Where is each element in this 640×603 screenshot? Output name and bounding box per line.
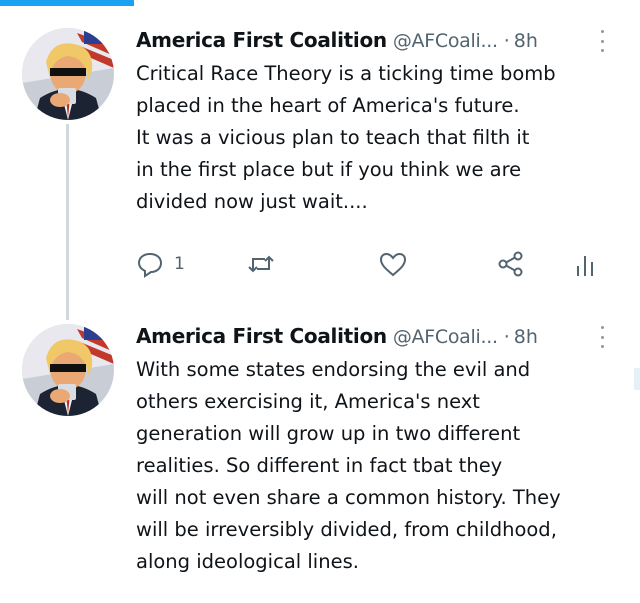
reply-button[interactable]: 1 bbox=[136, 246, 185, 282]
tweet-text-line: others exercising it, America's next bbox=[136, 390, 480, 413]
tweet-text-line: placed in the heart of America's future. bbox=[136, 94, 520, 117]
reply-icon bbox=[137, 252, 163, 278]
avatar[interactable] bbox=[22, 324, 114, 416]
top-progress-bar bbox=[0, 0, 640, 6]
tweet-text-line: will not even share a common history. Th… bbox=[136, 486, 561, 509]
progress-fill bbox=[0, 0, 135, 6]
like-icon bbox=[379, 252, 407, 277]
tweet-text-line: generation will grow up in two different bbox=[136, 422, 521, 445]
tweet-text-line: Critical Race Theory is a ticking time b… bbox=[136, 62, 556, 85]
separator-dot: · bbox=[503, 326, 510, 348]
like-button[interactable] bbox=[378, 246, 408, 282]
more-options-icon[interactable] bbox=[597, 28, 607, 54]
tweet-text-line: in the first place but if you think we a… bbox=[136, 158, 522, 181]
retweet-icon bbox=[248, 255, 274, 273]
tweet-text-line: realities. So different in fact tbat the… bbox=[136, 454, 503, 477]
analytics-button[interactable] bbox=[573, 246, 597, 282]
tweet[interactable]: America First Coalition @AFCoali... · 8h… bbox=[0, 318, 640, 603]
tweet-text-line: will be irreversibly divided, from child… bbox=[136, 518, 557, 541]
timestamp[interactable]: 8h bbox=[514, 326, 538, 348]
share-icon bbox=[498, 251, 523, 277]
tweet-text-line: divided now just wait.... bbox=[136, 190, 368, 213]
reply-count: 1 bbox=[174, 254, 185, 274]
tweet-text: With some states endorsing the evil and … bbox=[136, 354, 636, 578]
tweet-text-line: along ideological lines. bbox=[136, 550, 359, 573]
analytics-icon bbox=[577, 256, 593, 276]
share-button[interactable] bbox=[496, 246, 526, 282]
avatar[interactable] bbox=[22, 28, 114, 120]
separator-dot: · bbox=[503, 30, 510, 52]
tweet-text: Critical Race Theory is a ticking time b… bbox=[136, 58, 636, 218]
tweet-text-line: With some states endorsing the evil and bbox=[136, 358, 531, 381]
author-handle[interactable]: @AFCoali... bbox=[393, 30, 498, 52]
tweet[interactable]: America First Coalition @AFCoali... · 8h… bbox=[0, 22, 640, 312]
tweet-actions: 1 bbox=[136, 246, 606, 282]
retweet-button[interactable] bbox=[246, 246, 276, 282]
timestamp[interactable]: 8h bbox=[514, 30, 538, 52]
tweet-text-line: It was a vicious plan to teach that filt… bbox=[136, 126, 530, 149]
more-options-icon[interactable] bbox=[597, 324, 607, 350]
tweet-header: America First Coalition @AFCoali... · 8h bbox=[136, 28, 538, 58]
author-handle[interactable]: @AFCoali... bbox=[393, 326, 498, 348]
author-name[interactable]: America First Coalition bbox=[136, 324, 387, 348]
tweet-header: America First Coalition @AFCoali... · 8h bbox=[136, 324, 538, 354]
author-name[interactable]: America First Coalition bbox=[136, 28, 387, 52]
